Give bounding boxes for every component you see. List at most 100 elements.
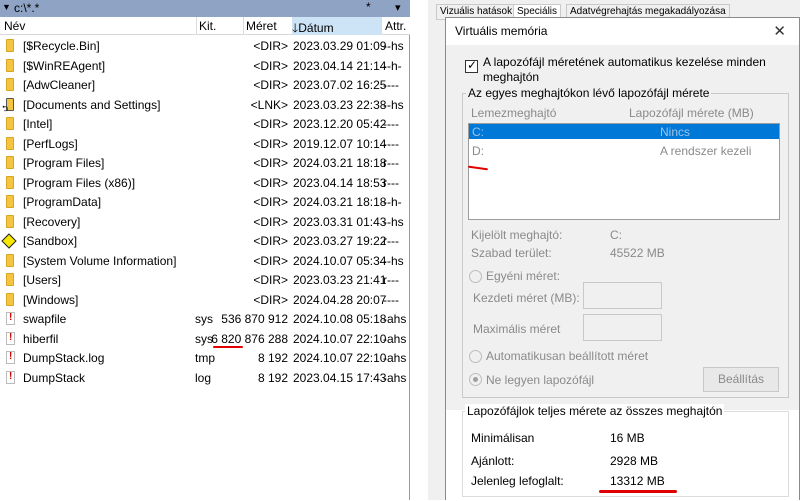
list-header-drive: Lemezmeghajtó [471,106,557,120]
file-name: [$WinREAgent] [23,58,106,73]
file-row[interactable]: swapfile sys 536 870 912 2024.10.08 05:18-a… [0,309,410,329]
file-name: [Documents and Settings] [23,97,161,112]
auto-manage-checkbox[interactable]: ✓ [465,58,478,73]
max-size-label: Maximális méret [473,322,561,336]
file-date: 2023.03.23 21:41 [293,273,387,287]
file-date: 2023.03.23 22:38 [293,97,387,112]
per-drive-group-title: Az egyes meghajtókon lévő lapozófájl mér… [466,86,712,100]
total-section: Lapozófájlok teljes mérete az összes meg… [446,404,799,501]
recommended-value: 2928 MB [610,454,659,468]
file-row[interactable]: [$WinREAgent] <DIR> 2023.04.14 21:14 --h- [0,56,410,76]
file-date: 2023.04.14 21:14 [293,58,387,73]
current-path: c:\*.* [14,1,40,15]
file-manager-panel: ▼ c:\*.* * ▾ Név Kit. Méret 🡓Dátum Attr.… [0,0,410,500]
file-date: 2024.10.08 05:18 [293,312,387,326]
drive-row-selected[interactable] [469,124,779,139]
file-name: [Windows] [23,292,79,307]
system-file-icon [6,351,15,364]
col-date[interactable]: 🡓Dátum [292,17,381,35]
up-dir-icon[interactable]: ▾ [395,1,401,14]
system-file-icon [6,312,15,325]
dialog-title: Virtuális memória [455,24,548,38]
file-row[interactable]: DumpStack.log tmp 8 192 2024.10.07 22:10-ah… [0,348,410,368]
drive-d-letter[interactable]: D: [472,144,484,158]
drive-listbox[interactable]: C: Nincs D: A rendszer kezeli [468,123,780,220]
file-size: <DIR> [253,117,288,131]
col-date-label: Dátum [298,21,334,35]
folder-icon [6,195,14,208]
file-size: <DIR> [253,39,288,53]
no-paging-label: Ne legyen lapozófájl [486,373,595,387]
file-attr: r--- [383,175,399,190]
file-row[interactable]: [Program Files (x86)] <DIR> 2023.04.14 18:… [0,173,410,193]
file-size: <DIR> [253,253,288,268]
file-size: <DIR> [253,58,288,73]
file-attr: --h- [383,58,402,73]
initial-size-input[interactable] [583,282,662,309]
file-name: [Intel] [23,117,53,131]
col-name[interactable]: Név [4,19,25,33]
file-attr: ---- [383,136,399,151]
drive-c-letter: C: [472,125,484,139]
custom-size-radio[interactable] [469,270,482,283]
file-row[interactable]: [Windows] <DIR> 2024.04.28 20:07 ---- [0,290,410,310]
chevron-down-icon[interactable]: ▼ [2,2,11,12]
file-row[interactable]: hiberfilsys6 820 876 2882024.10.07 22:10… [0,329,410,349]
folder-icon [6,58,14,72]
file-size: <DIR> [253,292,288,307]
folder-icon [6,136,14,150]
file-attr: -ahs [383,351,407,365]
folder-icon [6,273,14,286]
file-row[interactable]: [Intel] <DIR> 2023.12.20 05:42 ---- [0,114,410,134]
set-button[interactable]: Beállítás [703,367,779,392]
file-name: [PerfLogs] [23,136,78,151]
file-row[interactable]: [System Volume Information] <DIR> 2024.10.… [0,251,410,271]
system-file-icon [6,370,15,384]
file-date: 2024.03.21 18:18 [293,195,387,209]
file-name: [Recovery] [23,214,81,229]
file-size: 8 192 [257,370,288,385]
file-date: 2024.10.07 22:10 [293,331,387,346]
file-date: 2023.04.14 18:53 [293,175,387,190]
file-row[interactable]: [Sandbox] <DIR> 2023.03.27 19:22 r--- [0,231,410,251]
file-name: [Program Files (x86)] [23,175,136,190]
file-size: <DIR> [253,234,288,248]
free-space-label: Szabad terület: [471,246,552,260]
file-row[interactable]: [Users] <DIR> 2023.03.23 21:41 r--- [0,270,410,290]
file-ext: sys [195,312,213,326]
file-row[interactable]: [AdwCleaner] <DIR> 2023.07.02 16:25 ---- [0,75,410,95]
file-date: 2024.10.07 22:10 [293,351,387,365]
minimum-value: 16 MB [610,431,645,445]
selected-drive-label: Kijelölt meghajtó: [471,228,563,242]
close-icon[interactable]: ✕ [773,22,786,40]
folder-icon [6,214,14,228]
file-row[interactable]: [ProgramData] <DIR> 2024.03.21 18:18 --h- [0,192,410,212]
max-size-input[interactable] [583,314,662,341]
folder-icon [6,78,14,91]
file-date: 2023.12.20 05:42 [293,117,387,131]
file-size: 8 192 [257,351,288,365]
filter-star[interactable]: * [366,0,371,14]
file-row[interactable]: [Recovery] <DIR> 2023.03.31 01:43 --hs [0,212,410,232]
file-ext: tmp [195,351,216,365]
virtual-memory-dialog: Virtuális memória ✕ ✓ A lapozófájl méret… [445,17,800,501]
free-space-value: 45522 MB [610,246,665,260]
minimum-label: Minimálisan [471,431,535,445]
col-attr[interactable]: Attr. [385,19,406,33]
drive-d-size: A rendszer kezeli [660,144,752,158]
col-ext[interactable]: Kit. [199,19,216,33]
file-row[interactable]: [Program Files] <DIR> 2024.03.21 18:18 r--- [0,153,410,173]
file-date: 2023.04.15 17:43 [293,370,387,385]
file-row[interactable]: [$Recycle.Bin] <DIR> 2023.03.29 01:09 --hs [0,36,410,56]
file-row[interactable]: DumpStack log 8 192 2023.04.15 17:43-ahs [0,368,410,388]
file-row[interactable]: ⮌ [Documents and Settings] <LNK> 2023.03.23… [0,95,410,115]
path-bar[interactable]: ▼ c:\*.* * ▾ [0,0,410,17]
file-attr: ---- [383,292,399,307]
folder-icon [6,117,14,130]
system-managed-radio[interactable] [469,350,482,363]
col-size[interactable]: Méret [246,19,277,33]
sandbox-diamond-icon [1,233,18,249]
file-date: 2019.12.07 10:14 [293,136,387,151]
no-paging-radio[interactable] [469,373,482,386]
file-row[interactable]: [PerfLogs] <DIR> 2019.12.07 10:14 ---- [0,134,410,154]
